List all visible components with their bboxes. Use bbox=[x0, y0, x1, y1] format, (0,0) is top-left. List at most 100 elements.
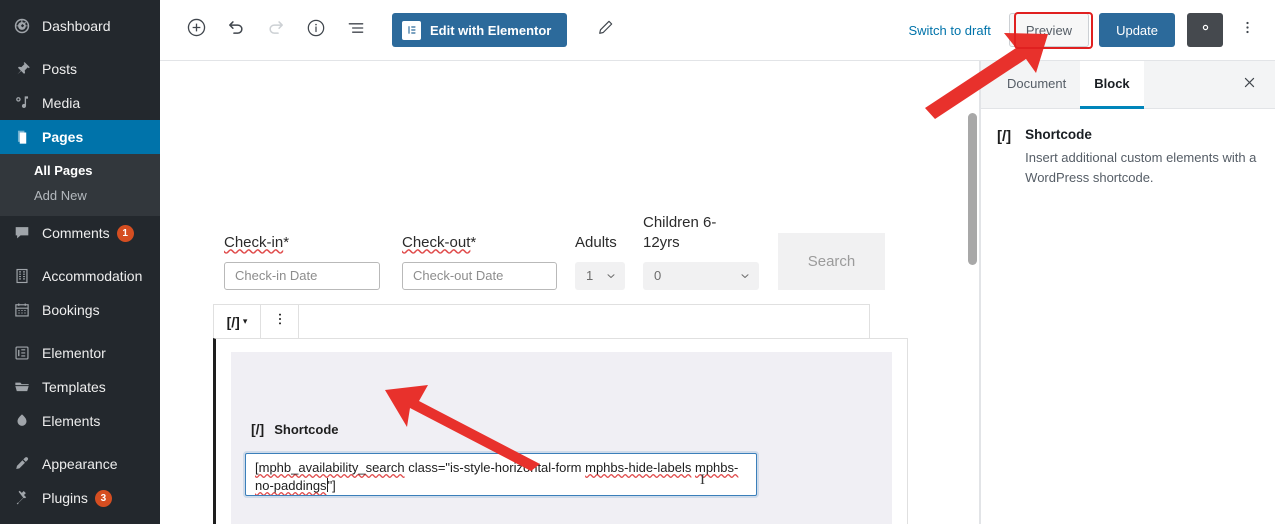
content-info-button[interactable] bbox=[298, 12, 334, 48]
calendar-icon bbox=[11, 300, 33, 320]
elements-icon bbox=[11, 411, 33, 431]
block-type-button[interactable]: [/] ▾ bbox=[214, 305, 261, 338]
adults-label: Adults bbox=[575, 234, 617, 252]
menu-spacer-3 bbox=[0, 327, 160, 336]
sidebar-item-plugins[interactable]: Plugins 3 bbox=[0, 481, 160, 515]
edit-with-elementor-label: Edit with Elementor bbox=[430, 22, 552, 38]
sidebar-item-label: Elements bbox=[42, 413, 101, 429]
settings-sidebar: Document Block [/] Shortcode Insert addi… bbox=[980, 61, 1275, 524]
checkin-date-input[interactable]: Check-in Date bbox=[224, 261, 380, 290]
shortcode-token-name: [mphb_availability_search bbox=[255, 460, 405, 475]
sidebar-item-accommodation[interactable]: Accommodation bbox=[0, 259, 160, 293]
editor-toolbar: Edit with Elementor Switch to draft Prev… bbox=[160, 0, 1275, 61]
sidebar-item-comments[interactable]: Comments 1 bbox=[0, 216, 160, 250]
block-info-title: Shortcode bbox=[1025, 127, 1092, 142]
edit-mode-button[interactable] bbox=[587, 12, 623, 48]
gear-icon bbox=[1197, 19, 1214, 41]
shortcode-input-text: [mphb_availability_search class="is-styl… bbox=[255, 459, 747, 495]
shortcode-input[interactable]: [mphb_availability_search class="is-styl… bbox=[243, 451, 759, 498]
sidebar-item-posts[interactable]: Posts bbox=[0, 52, 160, 86]
checkout-date-input[interactable]: Check-out Date bbox=[402, 261, 557, 290]
adults-select[interactable]: 1 bbox=[575, 261, 625, 290]
checkin-field: Check-in* Check-in Date bbox=[224, 233, 380, 290]
search-submit-button[interactable]: Search bbox=[778, 232, 885, 290]
editor-canvas[interactable]: Check-in* Check-in Date Check-out* Check… bbox=[160, 61, 980, 524]
close-icon bbox=[1242, 75, 1257, 95]
page-title-remnant bbox=[160, 61, 979, 67]
menu-spacer-top bbox=[0, 0, 160, 9]
shortcode-glyph-icon: [/] bbox=[997, 128, 1012, 145]
block-navigation-button[interactable] bbox=[338, 12, 374, 48]
sidebar-tablist: Document Block bbox=[981, 61, 1275, 109]
preview-button[interactable]: Preview bbox=[1008, 13, 1090, 47]
submenu-item-add-new[interactable]: Add New bbox=[0, 183, 160, 208]
undo-button[interactable] bbox=[218, 12, 254, 48]
block-info-description: Insert additional custom elements with a… bbox=[1025, 150, 1257, 185]
plus-circle-icon bbox=[186, 17, 207, 43]
close-sidebar-button[interactable] bbox=[1230, 61, 1269, 108]
children-field: Children 6-12yrs 0 bbox=[643, 213, 759, 290]
shortcode-block-body: [/] Shortcode [mphb_availability_search … bbox=[231, 352, 892, 524]
pin-icon bbox=[11, 59, 33, 79]
block-options-button[interactable] bbox=[261, 305, 299, 338]
shortcode-token-class: class="is-style-horizontal-form bbox=[404, 460, 586, 475]
sidebar-item-label: Comments bbox=[42, 225, 110, 241]
checkin-label-text: Check-in bbox=[224, 234, 284, 252]
comments-count-badge: 1 bbox=[116, 224, 134, 242]
sidebar-item-templates[interactable]: Templates bbox=[0, 370, 160, 404]
sidebar-item-media[interactable]: Media bbox=[0, 86, 160, 120]
pencil-icon bbox=[596, 18, 615, 42]
switch-to-draft-button[interactable]: Switch to draft bbox=[900, 23, 998, 38]
sidebar-item-elementor[interactable]: Elementor bbox=[0, 336, 160, 370]
chevron-down-icon: ▾ bbox=[242, 316, 248, 326]
sidebar-item-label: Pages bbox=[42, 129, 84, 145]
checkout-placeholder: Check-out Date bbox=[413, 268, 504, 283]
vertical-ellipsis-icon bbox=[1239, 19, 1256, 41]
update-button[interactable]: Update bbox=[1099, 13, 1175, 47]
building-icon bbox=[11, 266, 33, 286]
settings-button[interactable] bbox=[1187, 13, 1223, 47]
more-options-button[interactable] bbox=[1233, 13, 1261, 47]
dashboard-icon bbox=[11, 16, 33, 36]
block-info-text: Shortcode Insert additional custom eleme… bbox=[1025, 127, 1257, 187]
children-select[interactable]: 0 bbox=[643, 261, 759, 290]
edit-with-elementor-button[interactable]: Edit with Elementor bbox=[392, 13, 568, 47]
tab-document[interactable]: Document bbox=[993, 61, 1080, 109]
sidebar-item-dashboard[interactable]: Dashboard bbox=[0, 9, 160, 43]
block-toolbar: [/] ▾ bbox=[213, 304, 870, 339]
submenu-item-all-pages[interactable]: All Pages bbox=[0, 158, 160, 183]
pages-submenu: All Pages Add New bbox=[0, 154, 160, 216]
submenu-item-label: All Pages bbox=[34, 163, 93, 178]
redo-button[interactable] bbox=[258, 12, 294, 48]
menu-spacer-2 bbox=[0, 250, 160, 259]
vertical-ellipsis-icon bbox=[272, 311, 288, 332]
block-info-card: [/] Shortcode Insert additional custom e… bbox=[997, 127, 1257, 187]
toolbar-left-group: Edit with Elementor bbox=[178, 12, 623, 48]
text-cursor-icon: I bbox=[700, 472, 705, 488]
sidebar-item-appearance[interactable]: Appearance bbox=[0, 447, 160, 481]
selected-block-wrapper[interactable]: [/] Shortcode [mphb_availability_search … bbox=[213, 338, 908, 524]
sidebar-item-label: Bookings bbox=[42, 302, 100, 318]
pages-icon bbox=[11, 127, 33, 147]
sidebar-item-bookings[interactable]: Bookings bbox=[0, 293, 160, 327]
comments-icon bbox=[11, 223, 33, 243]
sidebar-item-label: Accommodation bbox=[42, 268, 143, 284]
shortcode-token-hide-labels: mphbs-hide-labels bbox=[585, 460, 692, 475]
chevron-down-icon bbox=[605, 270, 617, 282]
wordpress-block-editor: Dashboard Posts Media Pages All Pages Ad… bbox=[0, 0, 1275, 524]
shortcode-glyph-icon: [/] bbox=[226, 313, 240, 330]
checkout-label-text: Check-out bbox=[402, 234, 471, 252]
folder-icon bbox=[11, 377, 33, 397]
add-block-button[interactable] bbox=[178, 12, 214, 48]
plug-icon bbox=[11, 488, 33, 508]
sidebar-item-elements[interactable]: Elements bbox=[0, 404, 160, 438]
sidebar-item-pages[interactable]: Pages bbox=[0, 120, 160, 154]
chevron-down-icon bbox=[739, 270, 751, 282]
canvas-scrollbar[interactable] bbox=[968, 113, 977, 265]
block-editor: Edit with Elementor Switch to draft Prev… bbox=[160, 0, 1275, 524]
checkout-field: Check-out* Check-out Date bbox=[402, 233, 557, 290]
checkout-label: Check-out* bbox=[402, 233, 557, 253]
undo-icon bbox=[226, 18, 246, 43]
tab-block[interactable]: Block bbox=[1080, 61, 1144, 109]
sidebar-item-label: Elementor bbox=[42, 345, 106, 361]
